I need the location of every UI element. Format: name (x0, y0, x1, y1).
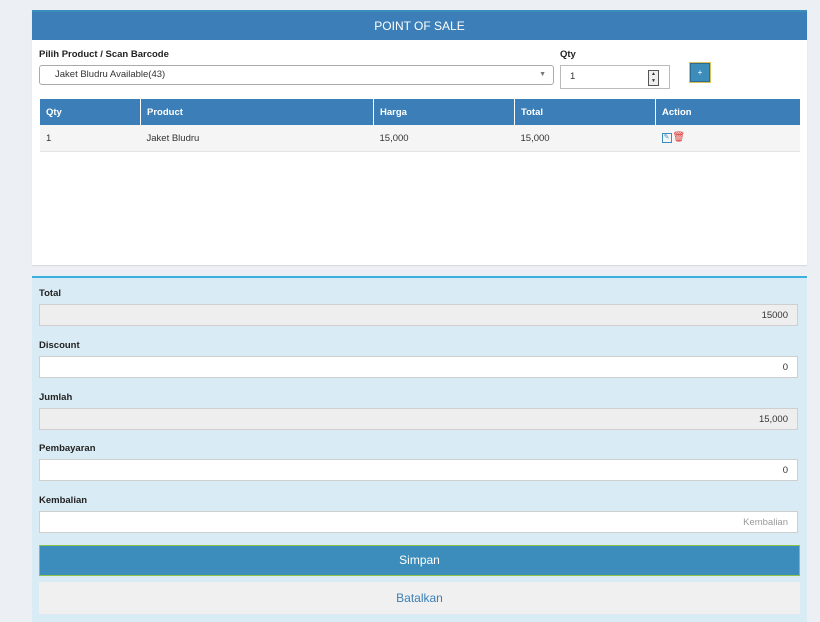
kembalian-label: Kembalian (39, 495, 88, 506)
column-header-total: Total (514, 99, 656, 125)
column-header-harga: Harga (373, 99, 515, 125)
payment-panel: Total 15000 Discount 0 Jumlah 15,000 Pem… (32, 276, 807, 622)
column-header-action: Action (655, 99, 800, 125)
qty-stepper[interactable]: ▲ ▼ (648, 70, 659, 86)
chevron-down-icon: ▼ (539, 71, 546, 78)
add-item-button[interactable]: + (689, 62, 711, 83)
cart-table: Qty Product Harga Total Action 1 Jaket B… (40, 99, 800, 152)
cell-qty: 1 (40, 125, 141, 152)
qty-label: Qty (560, 49, 576, 60)
table-header-row: Qty Product Harga Total Action (40, 99, 800, 125)
column-header-qty: Qty (40, 99, 141, 125)
product-select-value: Jaket Bludru Available(43) (55, 69, 166, 80)
cell-total: 15,000 (514, 125, 656, 152)
qty-input-value: 1 (570, 71, 576, 82)
total-label: Total (39, 288, 61, 299)
product-label: Pilih Product / Scan Barcode (39, 49, 169, 60)
table-row: 1 Jaket Bludru 15,000 15,000 ✎ 🗑 (40, 125, 800, 152)
cell-action: ✎ 🗑 (655, 125, 800, 152)
jumlah-label: Jumlah (39, 392, 73, 403)
kembalian-field[interactable]: Kembalian (39, 511, 798, 533)
discount-label: Discount (39, 340, 80, 351)
total-field: 15000 (39, 304, 798, 326)
column-header-product: Product (140, 99, 374, 125)
cancel-button[interactable]: Batalkan (39, 582, 800, 614)
jumlah-field: 15,000 (39, 408, 798, 430)
trash-icon[interactable]: 🗑 (673, 132, 686, 143)
product-select[interactable]: Jaket Bludru Available(43) ▼ (39, 65, 554, 85)
edit-icon[interactable]: ✎ (661, 132, 672, 143)
pembayaran-field[interactable]: 0 (39, 459, 798, 481)
page-title: POINT OF SALE (32, 12, 807, 40)
cell-product: Jaket Bludru (140, 125, 374, 152)
qty-input[interactable]: 1 ▲ ▼ (560, 65, 670, 89)
cell-harga: 15,000 (373, 125, 515, 152)
save-button[interactable]: Simpan (39, 545, 800, 576)
discount-field[interactable]: 0 (39, 356, 798, 378)
pos-panel: POINT OF SALE Pilih Product / Scan Barco… (32, 10, 807, 265)
pembayaran-label: Pembayaran (39, 443, 96, 454)
